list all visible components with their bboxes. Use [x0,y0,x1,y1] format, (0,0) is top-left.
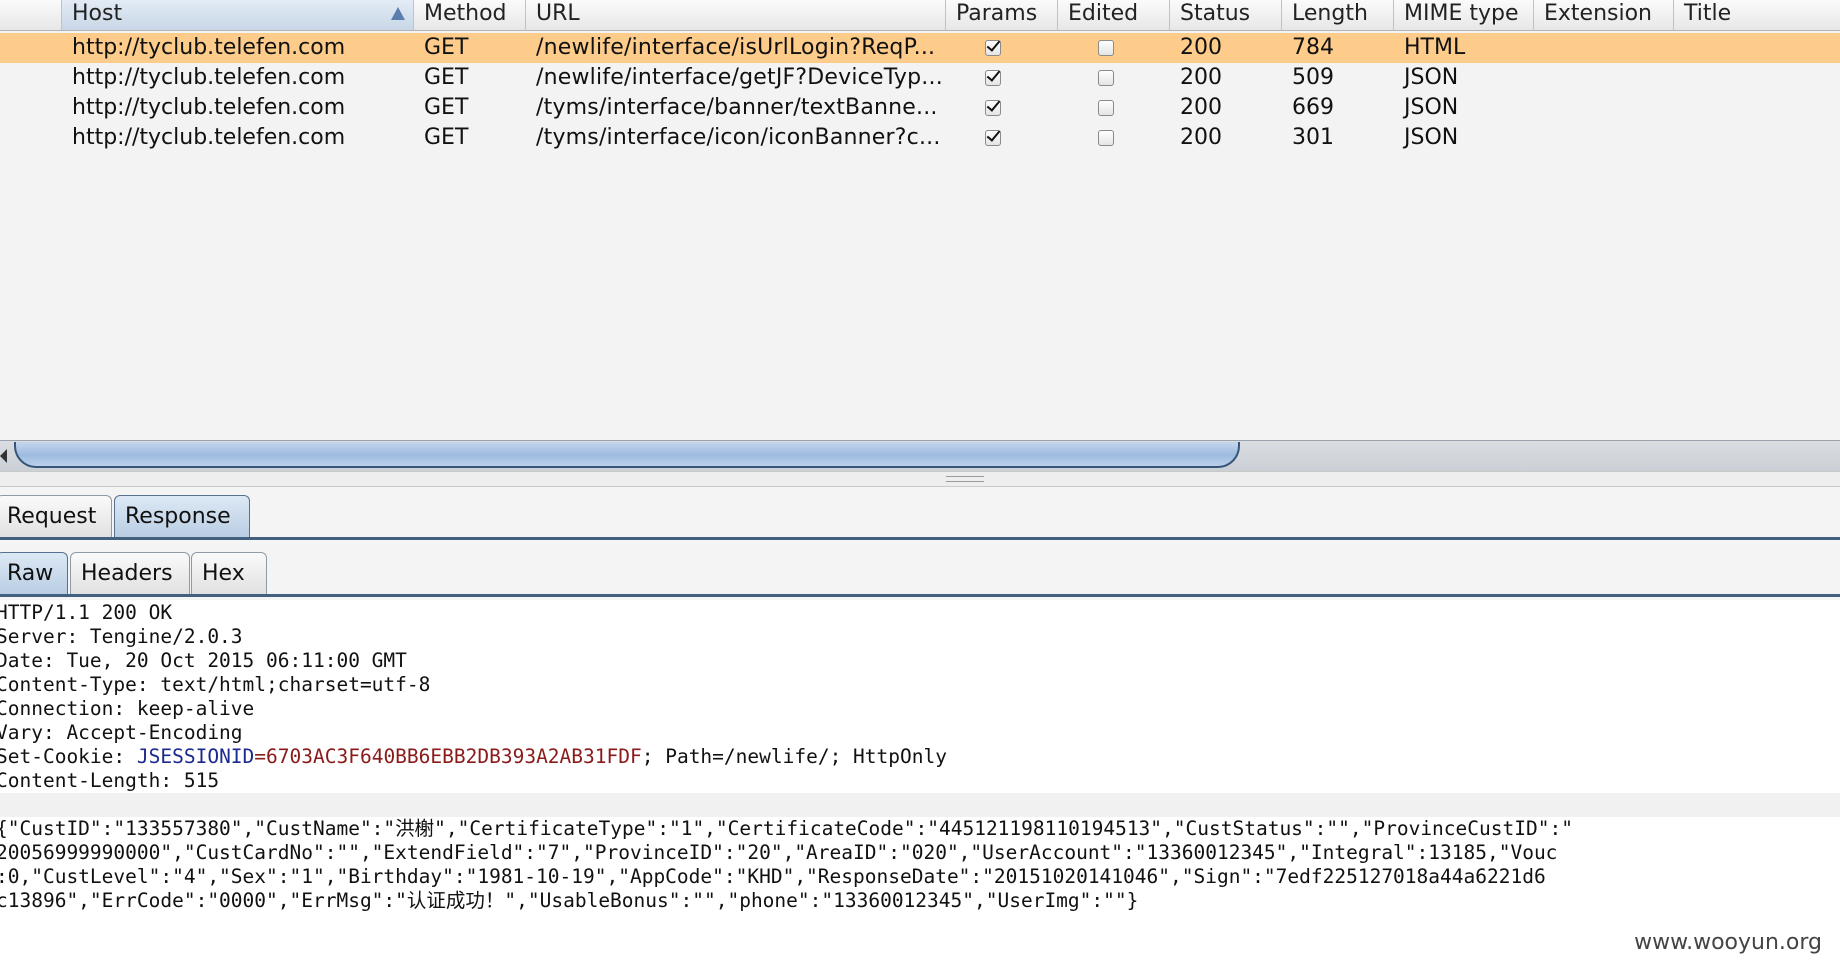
cell-host: http://tyclub.telefen.com [72,65,346,90]
response-body-line-2: 20056999990000","CustCardNo":"","ExtendF… [0,841,1558,864]
cell-mime: JSON [1404,125,1459,150]
col-header-extension[interactable]: Extension [1534,0,1674,30]
cell-mime: JSON [1404,65,1459,90]
splitter-grip-icon[interactable] [946,476,984,482]
watermark: www.wooyun.org [1634,930,1822,955]
cell-url: /newlife/interface/getJF?DeviceTyp... [536,65,943,90]
edited-checkbox[interactable] [1098,70,1114,86]
cookie-value: 6703AC3F640BB6EBB2DB393A2AB31FDF [266,745,642,768]
scrollbar-thumb[interactable] [14,442,1240,468]
cookie-name: JSESSIONID [136,745,255,768]
cell-title [1674,63,1840,93]
response-body-line-1: {"CustID":"133557380","CustName":"洪榭","C… [0,817,1573,840]
cell-length: 509 [1292,65,1334,90]
tab-headers[interactable]: Headers [70,552,190,594]
cell-extension [1534,33,1674,63]
col-header-length[interactable]: Length [1282,0,1394,30]
response-header-connection: Connection: keep-alive [0,697,255,720]
table-row[interactable]: 259 http://tyclub.telefen.com GET/newlife/… [0,33,1840,63]
cell-mime: JSON [1404,95,1459,120]
scroll-left-arrow-icon[interactable] [0,449,7,463]
cell-host: http://tyclub.telefen.com [72,125,346,150]
response-header-content-type: Content-Type: text/html;charset=utf-8 [0,673,431,696]
cell-extension [1534,93,1674,123]
response-status-line: HTTP/1.1 200 OK [0,601,173,624]
tab-hex[interactable]: Hex [191,552,267,594]
response-header-vary: Vary: Accept-Encoding [0,721,243,744]
response-body-line-4: c13896","ErrCode":"0000","ErrMsg":"认证成功！… [0,889,1139,912]
col-header-params[interactable]: Params [946,0,1058,30]
params-checkbox[interactable] [985,130,1001,146]
edited-checkbox[interactable] [1098,40,1114,56]
cell-title [1674,33,1840,63]
cell-status: 200 [1180,35,1222,60]
params-checkbox[interactable] [985,70,1001,86]
col-header-method[interactable]: Method [414,0,526,30]
cookie-attributes: ; Path=/newlife/; HttpOnly [641,745,947,768]
cell-length: 784 [1292,35,1334,60]
table-header: # Host Method URL Params Edited Status L… [0,0,1840,31]
cell-url: /newlife/interface/isUrlLogin?ReqP... [536,35,936,60]
cell-url: /tyms/interface/banner/textBanne... [536,95,938,120]
col-header-edited[interactable]: Edited [1058,0,1170,30]
col-header-title[interactable]: Title [1674,0,1840,30]
cell-status: 200 [1180,95,1222,120]
cell-method: GET [424,125,469,150]
cell-title [1674,123,1840,153]
cookie-equals: = [254,745,267,768]
view-tabs: Raw Headers Hex [0,545,1840,597]
cell-host: http://tyclub.telefen.com [72,35,346,60]
message-tabs: Request Response [0,488,1840,540]
col-header-url[interactable]: URL [526,0,946,30]
cell-mime: HTML [1404,35,1466,60]
cell-status: 200 [1180,65,1222,90]
col-header-host[interactable]: Host [62,0,414,30]
cell-url: /tyms/interface/icon/iconBanner?c... [536,125,941,150]
edited-checkbox[interactable] [1098,100,1114,116]
header-body-separator [0,793,1840,817]
col-header-mime-type[interactable]: MIME type [1394,0,1534,30]
response-header-content-length: Content-Length: 515 [0,769,220,792]
edited-checkbox[interactable] [1098,130,1114,146]
tab-request[interactable]: Request [0,495,112,537]
params-checkbox[interactable] [985,40,1001,56]
cell-method: GET [424,65,469,90]
cell-num: 259 [0,33,62,63]
tab-response[interactable]: Response [114,495,250,537]
cell-num: 268 [0,123,62,153]
proxy-history-table: # Host Method URL Params Edited Status L… [0,0,1840,440]
cell-title [1674,93,1840,123]
col-header-number[interactable]: # [0,0,62,30]
cell-num: 267 [0,93,62,123]
response-header-date: Date: Tue, 20 Oct 2015 06:11:00 GMT [0,649,407,672]
set-cookie-label: Set-Cookie: [0,745,137,768]
cell-status: 200 [1180,125,1222,150]
sort-ascending-icon [391,7,405,20]
cell-method: GET [424,95,469,120]
cell-method: GET [424,35,469,60]
pane-splitter[interactable] [0,471,1840,487]
table-row[interactable]: 266 http://tyclub.telefen.com GET/newlife/… [0,63,1840,93]
col-header-host-label: Host [72,1,123,26]
cell-host: http://tyclub.telefen.com [72,95,346,120]
cell-length: 301 [1292,125,1334,150]
response-header-server: Server: Tengine/2.0.3 [0,625,243,648]
table-row[interactable]: 267 http://tyclub.telefen.com GET/tyms/int… [0,93,1840,123]
cell-extension [1534,123,1674,153]
col-header-status[interactable]: Status [1170,0,1282,30]
table-row[interactable]: 268 http://tyclub.telefen.com GET/tyms/int… [0,123,1840,153]
cell-length: 669 [1292,95,1334,120]
cell-num: 266 [0,63,62,93]
response-body-line-3: :0,"CustLevel":"4","Sex":"1","Birthday":… [0,865,1546,888]
cell-extension [1534,63,1674,93]
params-checkbox[interactable] [985,100,1001,116]
tab-raw[interactable]: Raw [0,552,68,594]
horizontal-scrollbar[interactable] [0,440,1840,471]
response-header-set-cookie: Set-Cookie: JSESSIONID=6703AC3F640BB6EBB… [0,745,947,769]
